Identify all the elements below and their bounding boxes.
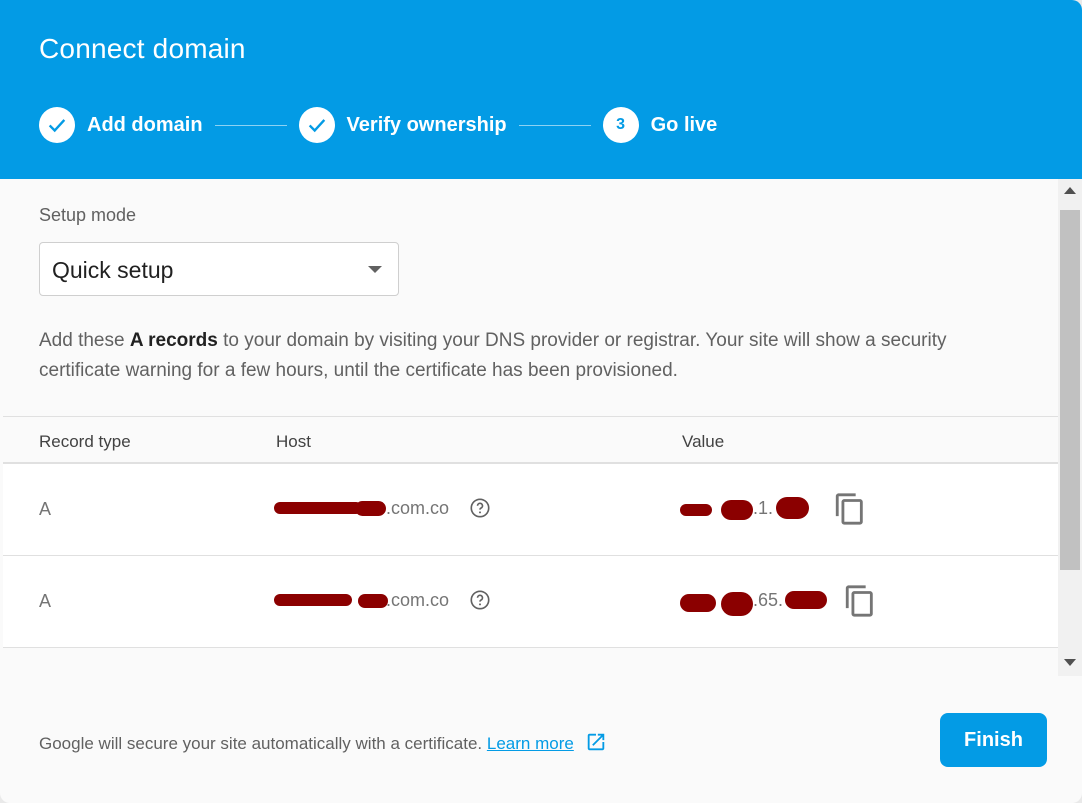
step-connector [518, 124, 591, 126]
redaction-mark [680, 594, 716, 612]
finish-button[interactable]: Finish [940, 713, 1047, 767]
table-row: A .com.co .1. [3, 464, 1058, 556]
certificate-note: Google will secure your site automatical… [39, 734, 483, 753]
redaction-mark [721, 592, 753, 616]
redaction-mark [358, 594, 388, 608]
stepper: Add domain Verify ownership 3 Go live [39, 107, 717, 143]
record-type-cell: A [39, 499, 52, 519]
scroll-up-arrow-icon[interactable] [1064, 187, 1076, 194]
dialog-header: Connect domain Add domain Verify ownersh… [0, 0, 1082, 179]
scroll-down-arrow-icon[interactable] [1064, 659, 1076, 666]
help-circle-icon[interactable] [469, 589, 491, 611]
redaction-mark [785, 591, 827, 609]
instructions-text: Add these A records to your domain by vi… [39, 330, 947, 381]
step-verify-ownership: Verify ownership [298, 107, 507, 143]
external-link-icon[interactable] [585, 731, 607, 753]
step-connector [214, 124, 287, 126]
value-cell: .65. [753, 590, 784, 610]
setup-mode-value: Quick setup [52, 257, 174, 283]
record-type-cell: A [39, 591, 52, 611]
footer-note: Google will secure your site automatical… [39, 731, 607, 754]
check-icon [298, 107, 335, 143]
dialog-content: Setup mode Quick setup Add these A recor… [3, 179, 1058, 676]
learn-more-link[interactable]: Learn more [487, 734, 574, 753]
host-cell: .com.co [386, 590, 450, 610]
a-records-emphasis: A records [129, 330, 218, 351]
redaction-mark [355, 501, 386, 516]
setup-mode-select[interactable]: Quick setup [39, 242, 399, 296]
step-label: Verify ownership [346, 113, 507, 136]
content-scrollbar[interactable] [1058, 179, 1082, 676]
help-circle-icon[interactable] [469, 497, 491, 519]
table-row: A .com.co .65. [3, 556, 1058, 648]
step-go-live: 3 Go live [602, 107, 718, 143]
copy-icon[interactable] [843, 583, 877, 619]
copy-icon[interactable] [833, 491, 867, 527]
redaction-mark [274, 594, 352, 606]
step-label: Add domain [87, 113, 203, 136]
redaction-mark [721, 500, 753, 520]
check-icon [39, 107, 75, 143]
redaction-mark [680, 504, 712, 516]
header-host: Host [276, 432, 311, 451]
dropdown-arrow-icon [368, 266, 382, 273]
table-header: Record type Host Value [3, 416, 1058, 464]
dialog-title: Connect domain [39, 33, 246, 64]
header-value: Value [682, 432, 725, 451]
redaction-mark [274, 502, 362, 514]
setup-mode-label: Setup mode [39, 205, 137, 225]
value-cell: .1. [753, 498, 774, 518]
step-label: Go live [650, 113, 718, 136]
connect-domain-dialog: Connect domain Add domain Verify ownersh… [0, 0, 1082, 803]
step-add-domain: Add domain [39, 107, 203, 143]
dns-records-table: Record type Host Value A .com.co .1. A .… [3, 416, 1058, 648]
header-record-type: Record type [39, 432, 131, 451]
redaction-mark [776, 497, 809, 519]
step-number: 3 [602, 107, 639, 143]
scrollbar-thumb[interactable] [1060, 210, 1080, 570]
host-cell: .com.co [386, 498, 450, 518]
